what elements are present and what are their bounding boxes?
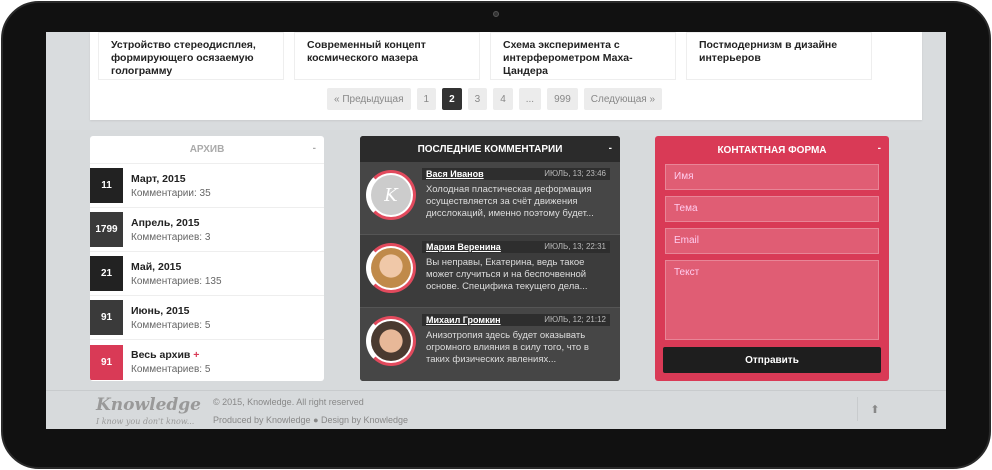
article-card[interactable]: Устройство стереодисплея, формирующего о… xyxy=(98,32,284,80)
comment-item: K Вася Иванов ИЮЛЬ, 13; 23:46 Холодная пла… xyxy=(360,162,620,235)
archive-count: 21 xyxy=(90,256,123,291)
avatar-ring xyxy=(366,243,416,293)
scroll-up-icon[interactable]: ⬆ xyxy=(857,397,892,421)
copyright: © 2015, Knowledge. All right reserved xyxy=(213,397,364,407)
next-page-button[interactable]: Следующая » xyxy=(583,88,663,110)
comment-item: Михаил Громкин ИЮЛЬ, 12; 21:12 Анизотропия… xyxy=(360,308,620,381)
archive-month: Июнь, 2015 xyxy=(131,304,190,317)
page-1-button[interactable]: 1 xyxy=(416,88,437,110)
avatar[interactable] xyxy=(371,321,411,361)
minimize-button[interactable]: - xyxy=(878,143,881,154)
send-button[interactable]: Отправить xyxy=(663,347,881,373)
archive-comments: Комментариев: 3 xyxy=(131,231,211,243)
message-field[interactable]: Текст xyxy=(665,260,879,340)
topic-field[interactable]: Тема xyxy=(665,196,879,222)
page-3-button[interactable]: 3 xyxy=(467,88,488,110)
archive-all-link: Весь архив xyxy=(131,349,191,361)
archive-row[interactable]: 11 Март, 2015 Комментарии: 35 xyxy=(90,164,324,208)
footer-slogan: I know you don't know... xyxy=(96,417,195,426)
footer: Knowledge I know you don't know... © 201… xyxy=(46,390,946,429)
screen: Устройство стереодисплея, формирующего о… xyxy=(46,32,946,429)
page-4-button[interactable]: 4 xyxy=(493,88,513,110)
archive-comments: Комментариев: 5 xyxy=(131,364,211,375)
contact-widget: КОНТАКТНАЯ ФОРМА - Имя Тема Email Текст О… xyxy=(655,136,889,381)
article-card[interactable]: Схема эксперимента с интерферометром Мах… xyxy=(490,32,676,80)
archive-header: АРХИВ - xyxy=(90,136,324,164)
comment-text: Вы неправы, Екатерина, ведь такое может … xyxy=(426,257,588,292)
comment-item: Мария Веренина ИЮЛЬ, 13; 22:31 Вы неправы,… xyxy=(360,235,620,308)
comment-date: ИЮЛЬ, 12; 21:12 xyxy=(544,315,606,324)
comment-author[interactable]: Михаил Громкин xyxy=(426,315,501,325)
camera-dot xyxy=(493,11,499,17)
comment-text: Холодная пластическая деформация осущест… xyxy=(426,184,594,219)
comments-widget: ПОСЛЕДНИЕ КОММЕНТАРИИ - K Вася Иванов ИЮЛЬ… xyxy=(360,136,620,381)
name-field[interactable]: Имя xyxy=(665,164,879,190)
archive-row[interactable]: 21 Май, 2015 Комментариев: 135 xyxy=(90,252,324,296)
avatar-ring xyxy=(366,316,416,366)
comment-date: ИЮЛЬ, 13; 23:46 xyxy=(544,169,606,178)
page-ellipsis: ... xyxy=(518,88,542,110)
archive-row-all[interactable]: 91 Весь архив + Комментариев: 5 xyxy=(90,340,324,381)
email-field[interactable]: Email xyxy=(665,228,879,254)
archive-row[interactable]: 1799 Апрель, 2015 Комментариев: 3 xyxy=(90,208,324,252)
archive-widget: АРХИВ - 11 Март, 2015 Комментарии: 35 1799 А… xyxy=(90,136,324,381)
contact-title: КОНТАКТНАЯ ФОРМА xyxy=(717,144,827,156)
contact-header: КОНТАКТНАЯ ФОРМА - xyxy=(655,136,889,164)
archive-month: Апрель, 2015 xyxy=(131,216,200,229)
archive-count: 91 xyxy=(90,344,123,380)
archive-comments: Комментариев: 5 xyxy=(131,319,211,331)
pagination: « Предыдущая 1 2 3 4 ... 999 Следующая » xyxy=(327,88,663,110)
comment-date: ИЮЛЬ, 13; 22:31 xyxy=(544,242,606,251)
avatar[interactable]: K xyxy=(371,175,411,215)
archive-month: Март, 2015 xyxy=(131,172,186,185)
article-card[interactable]: Современный концепт космического мазера xyxy=(294,32,480,80)
archive-comments: Комментариев: 135 xyxy=(131,275,222,287)
avatar[interactable] xyxy=(371,248,411,288)
page-2-button[interactable]: 2 xyxy=(442,88,462,110)
archive-month: Май, 2015 xyxy=(131,260,182,273)
comment-text: Анизотропия здесь будет оказывать огромн… xyxy=(426,330,589,365)
articles-section: Устройство стереодисплея, формирующего о… xyxy=(90,32,922,120)
comment-author[interactable]: Вася Иванов xyxy=(426,169,484,179)
archive-comments: Комментарии: 35 xyxy=(131,187,211,199)
footer-logo[interactable]: Knowledge xyxy=(96,395,201,415)
produced-by: Produced by Knowledge ● Design by Knowle… xyxy=(213,415,409,425)
archive-count: 91 xyxy=(90,300,123,335)
archive-title: АРХИВ xyxy=(189,144,225,155)
archive-count: 1799 xyxy=(90,212,123,247)
minimize-button[interactable]: - xyxy=(313,143,316,154)
article-card[interactable]: Постмодернизм в дизайне интерьеров xyxy=(686,32,872,80)
avatar-ring: K xyxy=(366,170,416,220)
page-last-button[interactable]: 999 xyxy=(547,88,578,110)
archive-row[interactable]: 91 Июнь, 2015 Комментариев: 5 xyxy=(90,296,324,340)
plus-icon: + xyxy=(193,349,200,361)
comments-header: ПОСЛЕДНИЕ КОММЕНТАРИИ - xyxy=(360,136,620,162)
archive-count: 11 xyxy=(90,168,123,203)
comment-author[interactable]: Мария Веренина xyxy=(426,242,501,252)
comments-title: ПОСЛЕДНИЕ КОММЕНТАРИИ xyxy=(417,143,563,155)
minimize-button[interactable]: - xyxy=(609,143,612,154)
prev-page-button[interactable]: « Предыдущая xyxy=(327,88,411,110)
